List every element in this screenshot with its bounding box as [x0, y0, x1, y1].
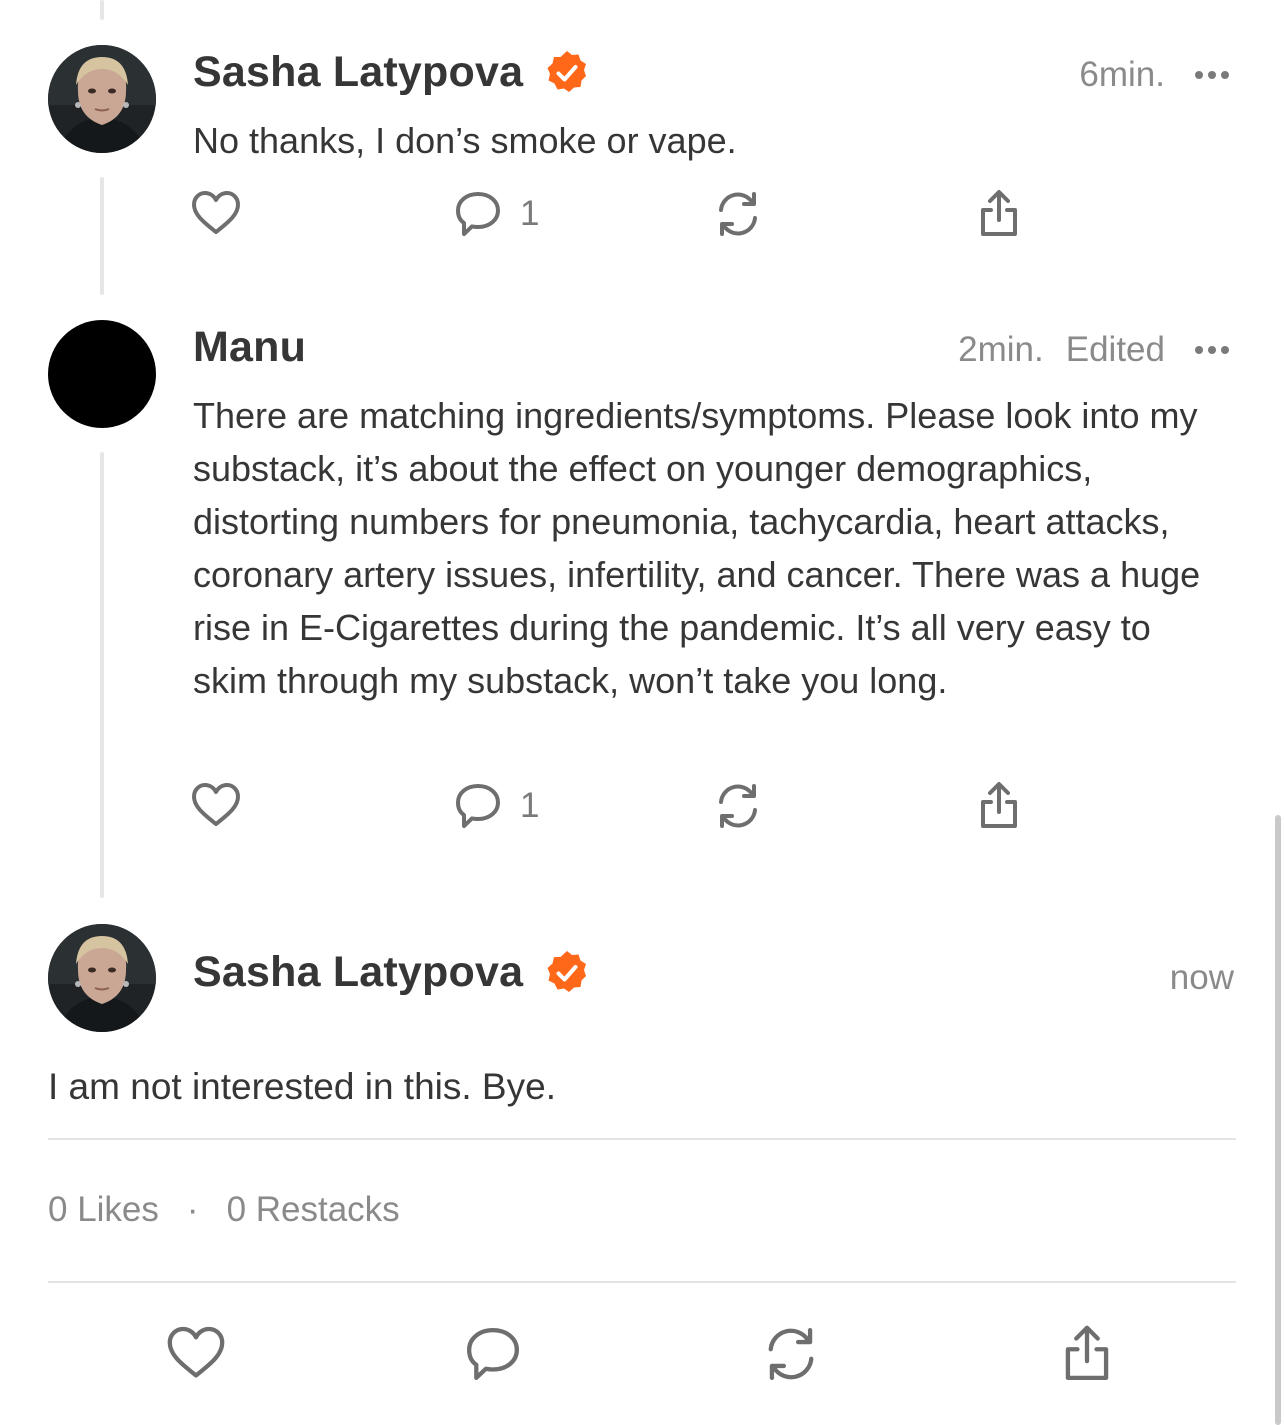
heart-icon — [192, 191, 240, 234]
comment-meta: 6min. — [1079, 55, 1229, 95]
avatar[interactable] — [48, 924, 156, 1032]
comment-bubble-icon — [467, 1328, 519, 1380]
restack-button[interactable] — [712, 780, 764, 832]
comment-text: There are matching ingredients/symptoms.… — [193, 395, 1201, 701]
share-icon — [981, 782, 1017, 828]
author-name[interactable]: Sasha Latypova — [193, 948, 591, 997]
action-bar: 1 — [190, 780, 1090, 840]
restack-button[interactable] — [712, 188, 764, 240]
share-icon — [981, 190, 1017, 236]
verified-badge-icon — [543, 49, 591, 97]
divider — [48, 1281, 1236, 1283]
share-button[interactable] — [973, 188, 1025, 240]
edited-label: Edited — [1065, 330, 1165, 369]
divider — [48, 1138, 1236, 1140]
verified-badge-icon — [543, 949, 591, 997]
author-name[interactable]: Sasha Latypova — [193, 48, 591, 97]
bottom-action-bar — [0, 1323, 1284, 1389]
reply-count: 1 — [520, 786, 540, 825]
comment-meta: now — [1170, 958, 1234, 998]
reply-count: 1 — [520, 194, 540, 233]
comment-text: No thanks, I don’s smoke or vape. — [193, 120, 737, 161]
thread-line — [100, 0, 104, 20]
comment-text: I am not interested in this. Bye. — [48, 1066, 556, 1107]
share-button[interactable] — [973, 780, 1025, 832]
share-button[interactable] — [1056, 1323, 1118, 1385]
avatar[interactable] — [48, 45, 156, 153]
engagement-stats: 0 Likes · 0 Restacks — [48, 1190, 400, 1230]
author-name-label: Sasha Latypova — [193, 948, 524, 996]
author-name[interactable]: Manu — [193, 323, 306, 372]
more-dots-icon[interactable] — [1195, 71, 1229, 79]
stats-separator: · — [186, 1190, 199, 1229]
thread-line — [100, 177, 104, 295]
action-bar: 1 — [190, 188, 1090, 248]
timestamp: 6min. — [1079, 55, 1165, 94]
scrollbar[interactable] — [1275, 815, 1281, 1425]
comment-button[interactable] — [462, 1323, 524, 1385]
like-button[interactable] — [165, 1323, 227, 1385]
restack-icon — [768, 1328, 814, 1380]
comment-meta: 2min. Edited — [958, 330, 1229, 370]
avatar[interactable] — [48, 320, 156, 428]
author-name-label: Manu — [193, 323, 307, 371]
more-dots-icon[interactable] — [1195, 346, 1229, 354]
comment-bubble-icon — [456, 784, 500, 828]
comment-button[interactable]: 1 — [452, 188, 539, 240]
author-name-label: Sasha Latypova — [193, 48, 524, 96]
likes-count[interactable]: 0 Likes — [48, 1190, 159, 1230]
thread-line — [100, 452, 104, 898]
timestamp: now — [1169, 958, 1234, 997]
heart-icon — [167, 1326, 225, 1378]
restack-icon — [719, 192, 757, 236]
timestamp: 2min. — [958, 330, 1044, 369]
restacks-count[interactable]: 0 Restacks — [227, 1190, 400, 1230]
like-button[interactable] — [190, 780, 242, 832]
like-button[interactable] — [190, 188, 242, 240]
comment-button[interactable]: 1 — [452, 780, 539, 832]
share-icon — [1065, 1325, 1109, 1380]
restack-icon — [719, 784, 757, 828]
comment-bubble-icon — [456, 192, 500, 236]
heart-icon — [192, 783, 240, 826]
restack-button[interactable] — [760, 1323, 822, 1385]
